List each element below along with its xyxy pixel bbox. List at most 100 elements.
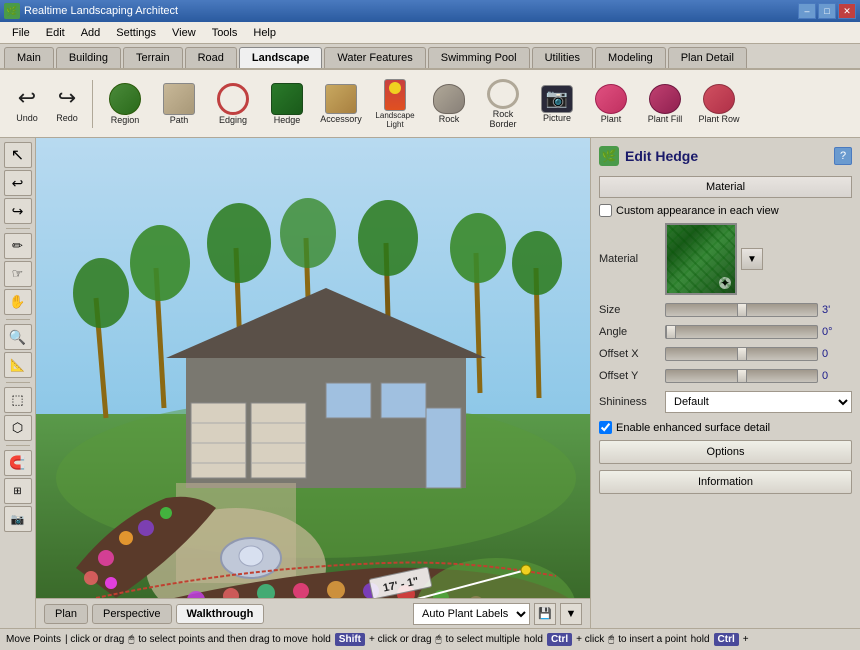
menu-view[interactable]: View (164, 25, 204, 41)
app-icon: 🌿 (4, 3, 20, 19)
offset-x-slider[interactable] (665, 347, 818, 361)
panel-header: 🌿 Edit Hedge ? (599, 146, 852, 166)
material-dropdown-btn[interactable]: ▼ (741, 248, 763, 270)
tab-water-features[interactable]: Water Features (324, 47, 425, 68)
shininess-select[interactable]: Default Low Medium High Very High (665, 391, 852, 413)
left-sep-3 (6, 382, 30, 383)
material-preview[interactable]: ✦ (665, 223, 737, 295)
enhanced-surface-checkbox[interactable] (599, 421, 612, 434)
right-panel: 🌿 Edit Hedge ? Material Custom appearanc… (590, 138, 860, 628)
options-button[interactable]: Options (599, 440, 852, 464)
pointer-tool[interactable]: ☞ (4, 261, 32, 287)
viewport[interactable]: 17' - 1" Plan Perspective Walkthrough Au… (36, 138, 590, 628)
rock-tool[interactable]: Rock (423, 75, 475, 133)
plant-label-select[interactable]: Auto Plant Labels Show All Labels Hide A… (413, 603, 530, 625)
maximize-button[interactable]: □ (818, 3, 836, 19)
undo-redo-group: ↩ Undo ↪ Redo (8, 75, 86, 133)
status-plus-2: + (743, 634, 749, 645)
tab-terrain[interactable]: Terrain (123, 47, 183, 68)
cursor-indicator: ✦ (719, 277, 731, 289)
view-options-btn[interactable]: ▼ (560, 603, 582, 625)
plant-row-icon (703, 84, 735, 114)
perspective-view-tab[interactable]: Perspective (92, 604, 171, 624)
material-tab[interactable]: Material (599, 176, 852, 198)
tab-modeling[interactable]: Modeling (595, 47, 666, 68)
tab-plan-detail[interactable]: Plan Detail (668, 47, 747, 68)
tab-main[interactable]: Main (4, 47, 54, 68)
path-tool[interactable]: Path (153, 75, 205, 133)
plan-view-tab[interactable]: Plan (44, 604, 88, 624)
picture-icon: 📷 (541, 85, 573, 113)
plant-fill-icon (649, 84, 681, 114)
landscape-light-tool[interactable]: Landscape Light (369, 75, 421, 133)
status-bar: Move Points | click or drag 🖱 to select … (0, 628, 860, 650)
tab-building[interactable]: Building (56, 47, 121, 68)
status-hold-3: hold (691, 634, 710, 645)
menu-help[interactable]: Help (245, 25, 284, 41)
picture-tool[interactable]: 📷 Picture (531, 75, 583, 133)
select-tool[interactable]: ↖ (4, 142, 32, 168)
tab-utilities[interactable]: Utilities (532, 47, 593, 68)
poly-tool[interactable]: ⬡ (4, 415, 32, 441)
offset-x-value: 0 (822, 348, 852, 360)
zoom-tool[interactable]: 🔍 (4, 324, 32, 350)
angle-label: Angle (599, 326, 659, 338)
status-hold: hold (312, 634, 331, 645)
snap-tool[interactable]: 🧲 (4, 450, 32, 476)
tab-road[interactable]: Road (185, 47, 237, 68)
path-icon (163, 83, 195, 115)
menu-tools[interactable]: Tools (204, 25, 246, 41)
shininess-row: Shininess Default Low Medium High Very H… (599, 391, 852, 413)
material-label: Material (599, 253, 659, 265)
minimize-button[interactable]: – (798, 3, 816, 19)
draw-tool[interactable]: ✏ (4, 233, 32, 259)
offset-x-slider-container: 0 (665, 347, 852, 361)
save-view-btn[interactable]: 💾 (534, 603, 556, 625)
rock-border-tool[interactable]: Rock Border (477, 75, 529, 133)
plant-fill-tool[interactable]: Plant Fill (639, 75, 691, 133)
plant-tool[interactable]: Plant (585, 75, 637, 133)
rect-tool[interactable]: ⬚ (4, 387, 32, 413)
size-slider[interactable] (665, 303, 818, 317)
menu-file[interactable]: File (4, 25, 38, 41)
status-plus-click-2: + click (576, 634, 604, 645)
pan-tool[interactable]: ✋ (4, 289, 32, 315)
status-text-2: to select points and then drag to move (138, 634, 308, 645)
undo-button[interactable]: ↩ Undo (8, 75, 46, 133)
enhanced-surface-row: Enable enhanced surface detail (599, 421, 852, 434)
angle-value: 0° (822, 326, 852, 338)
grid-tool[interactable]: ⊞ (4, 478, 32, 504)
garage-door-1 (191, 403, 246, 478)
region-tool[interactable]: Region (99, 75, 151, 133)
hedge-tool[interactable]: Hedge (261, 75, 313, 133)
material-controls: ✦ ▼ (665, 223, 852, 295)
rock-border-icon (487, 79, 519, 109)
landscape-light-icon (384, 79, 406, 111)
angle-slider[interactable] (665, 325, 818, 339)
walkthrough-view-tab[interactable]: Walkthrough (176, 604, 265, 624)
tab-landscape[interactable]: Landscape (239, 47, 322, 68)
size-value: 3' (822, 304, 852, 316)
window-1 (326, 383, 371, 418)
redo-button[interactable]: ↪ Redo (48, 75, 86, 133)
window-controls: – □ ✕ (798, 3, 856, 19)
panel-title: Edit Hedge (625, 148, 828, 164)
offset-y-slider[interactable] (665, 369, 818, 383)
information-button[interactable]: Information (599, 470, 852, 494)
accessory-tool[interactable]: Accessory (315, 75, 367, 133)
undo-left-tool[interactable]: ↩ (4, 170, 32, 196)
redo-left-tool[interactable]: ↪ (4, 198, 32, 224)
measure-tool[interactable]: 📐 (4, 352, 32, 378)
close-button[interactable]: ✕ (838, 3, 856, 19)
tab-swimming-pool[interactable]: Swimming Pool (428, 47, 530, 68)
menu-edit[interactable]: Edit (38, 25, 73, 41)
edging-icon (217, 83, 249, 115)
menu-add[interactable]: Add (73, 25, 109, 41)
help-button[interactable]: ? (834, 147, 852, 165)
camera-tool[interactable]: 📷 (4, 506, 32, 532)
size-slider-container: 3' (665, 303, 852, 317)
menu-settings[interactable]: Settings (108, 25, 164, 41)
edging-tool[interactable]: Edging (207, 75, 259, 133)
custom-appearance-checkbox[interactable] (599, 204, 612, 217)
plant-row-tool[interactable]: Plant Row (693, 75, 745, 133)
